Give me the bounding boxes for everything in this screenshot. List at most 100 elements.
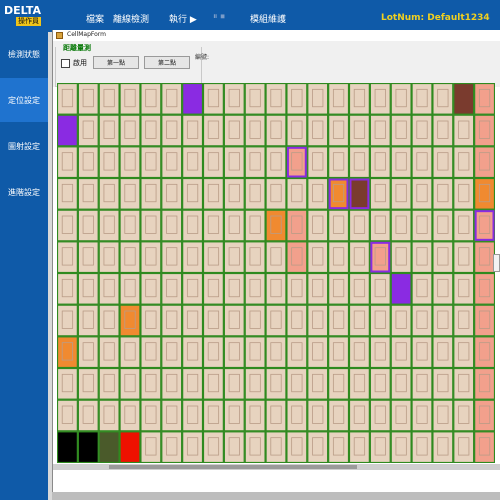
- cell[interactable]: [223, 114, 245, 147]
- cell-rect[interactable]: [474, 272, 495, 305]
- cell-rect[interactable]: [286, 114, 308, 147]
- cell[interactable]: [182, 241, 204, 274]
- cell[interactable]: [161, 336, 183, 369]
- cell[interactable]: [57, 83, 78, 115]
- cell[interactable]: [328, 146, 350, 179]
- cell[interactable]: [202, 367, 224, 400]
- cell-rect[interactable]: [77, 304, 99, 337]
- cell[interactable]: [432, 146, 454, 179]
- cell[interactable]: [348, 431, 370, 463]
- cell-rect[interactable]: [57, 367, 78, 400]
- cell[interactable]: [57, 367, 78, 400]
- cell[interactable]: [453, 399, 475, 432]
- cell[interactable]: [161, 399, 183, 432]
- cell-rect[interactable]: [307, 83, 329, 115]
- cell[interactable]: [369, 367, 391, 400]
- cell[interactable]: [411, 431, 433, 463]
- cell-rect[interactable]: [432, 114, 454, 147]
- cell[interactable]: [411, 304, 433, 337]
- cell[interactable]: [265, 399, 287, 432]
- cell-rect[interactable]: [77, 336, 99, 369]
- cell[interactable]: [411, 146, 433, 179]
- cell[interactable]: [119, 304, 141, 337]
- cell[interactable]: [140, 241, 162, 274]
- cell-rect[interactable]: [182, 209, 204, 242]
- cell-rect[interactable]: [328, 114, 350, 147]
- cell-rect[interactable]: [432, 209, 454, 242]
- cell-rect[interactable]: [432, 399, 454, 432]
- cell[interactable]: [77, 241, 99, 274]
- cell[interactable]: [182, 146, 204, 179]
- cell-rect[interactable]: [140, 114, 162, 147]
- cell-rect[interactable]: [223, 399, 245, 432]
- cell-rect[interactable]: [369, 241, 391, 274]
- cell[interactable]: [453, 272, 475, 305]
- cell-rect[interactable]: [77, 367, 99, 400]
- cell[interactable]: [307, 367, 329, 400]
- cell-rect[interactable]: [307, 336, 329, 369]
- cell-rect[interactable]: [390, 241, 412, 274]
- first-point-button[interactable]: 第一點: [93, 56, 139, 69]
- cell[interactable]: [474, 114, 495, 147]
- cell[interactable]: [77, 304, 99, 337]
- cell-rect[interactable]: [161, 209, 183, 242]
- cell[interactable]: [390, 146, 412, 179]
- cell[interactable]: [57, 336, 78, 369]
- cell[interactable]: [140, 83, 162, 115]
- cell[interactable]: [307, 83, 329, 115]
- cell-rect[interactable]: [307, 241, 329, 274]
- cell-rect[interactable]: [182, 114, 204, 147]
- cell[interactable]: [119, 177, 141, 210]
- cell-rect[interactable]: [474, 336, 495, 369]
- cell[interactable]: [286, 399, 308, 432]
- cell-rect[interactable]: [265, 272, 287, 305]
- cell-rect[interactable]: [223, 114, 245, 147]
- cell-rect[interactable]: [265, 367, 287, 400]
- cell-map[interactable]: [57, 83, 495, 463]
- cell[interactable]: [57, 272, 78, 305]
- cell-rect[interactable]: [411, 209, 433, 242]
- cell-rect[interactable]: [77, 272, 99, 305]
- cell-rect[interactable]: [348, 83, 370, 115]
- cell-rect[interactable]: [390, 367, 412, 400]
- cell-rect[interactable]: [369, 272, 391, 305]
- cell[interactable]: [77, 399, 99, 432]
- cell-rect[interactable]: [77, 177, 99, 210]
- cell-rect[interactable]: [348, 304, 370, 337]
- cell[interactable]: [98, 367, 120, 400]
- cell[interactable]: [390, 241, 412, 274]
- cell[interactable]: [57, 304, 78, 337]
- cell-rect[interactable]: [98, 177, 120, 210]
- cell[interactable]: [369, 241, 391, 274]
- cell-rect[interactable]: [202, 241, 224, 274]
- cell[interactable]: [328, 367, 350, 400]
- cell[interactable]: [98, 146, 120, 179]
- cell[interactable]: [453, 367, 475, 400]
- cell-rect[interactable]: [474, 209, 495, 242]
- cell-rect[interactable]: [348, 272, 370, 305]
- cell-rect[interactable]: [453, 177, 475, 210]
- enable-checkbox[interactable]: 啟用: [61, 58, 87, 68]
- cell-rect[interactable]: [161, 83, 183, 115]
- cell-rect[interactable]: [98, 336, 120, 369]
- cell-rect[interactable]: [369, 304, 391, 337]
- cell[interactable]: [57, 209, 78, 242]
- cell-rect[interactable]: [140, 431, 162, 463]
- cell[interactable]: [98, 399, 120, 432]
- cell[interactable]: [57, 399, 78, 432]
- cell-rect[interactable]: [265, 431, 287, 463]
- cell-rect[interactable]: [244, 399, 266, 432]
- cell-rect[interactable]: [140, 399, 162, 432]
- cell-rect[interactable]: [390, 114, 412, 147]
- cell[interactable]: [411, 83, 433, 115]
- cell[interactable]: [223, 399, 245, 432]
- cell-rect[interactable]: [223, 336, 245, 369]
- cell[interactable]: [432, 209, 454, 242]
- cell[interactable]: [369, 146, 391, 179]
- cell-rect[interactable]: [369, 209, 391, 242]
- cell-rect[interactable]: [265, 83, 287, 115]
- cell[interactable]: [202, 177, 224, 210]
- cell[interactable]: [453, 431, 475, 463]
- cell[interactable]: [432, 241, 454, 274]
- cell[interactable]: [474, 146, 495, 179]
